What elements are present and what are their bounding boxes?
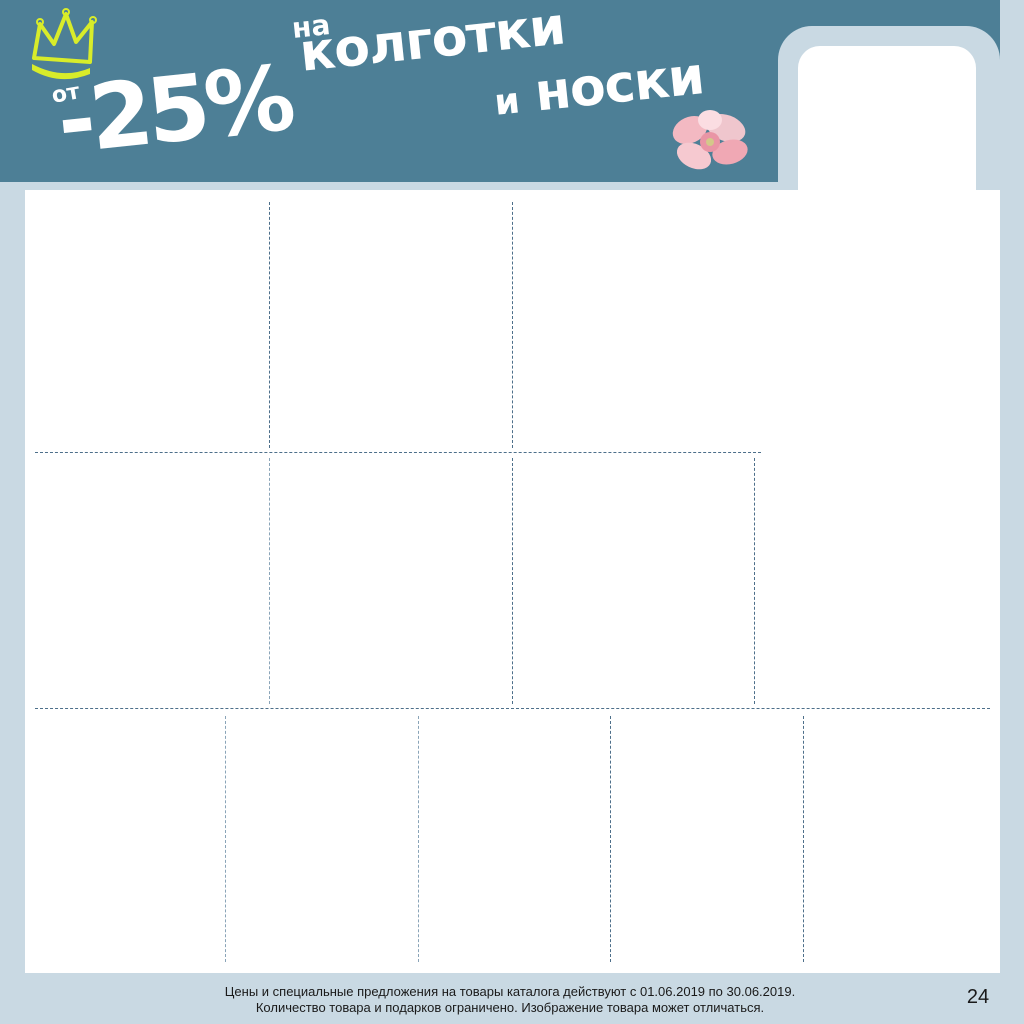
grid-col-divider <box>610 716 611 962</box>
flower-icon <box>672 110 748 170</box>
grid-col-divider <box>269 202 270 448</box>
page-number: 24 <box>966 986 990 1008</box>
footer-disclaimer: Цены и специальные предложения на товары… <box>190 984 830 1016</box>
conjunction: и <box>492 80 521 124</box>
grid-col-divider <box>803 716 804 962</box>
footer-line-2: Количество товара и подарков ограничено.… <box>255 1000 765 1015</box>
footer-line-1: Цены и специальные предложения на товары… <box>224 984 796 999</box>
grid-col-divider <box>754 458 755 704</box>
grid-col-divider <box>269 458 270 704</box>
grid-col-divider <box>512 202 513 448</box>
grid-col-divider <box>418 716 419 962</box>
grid-row-divider-2 <box>35 708 990 709</box>
grid-col-divider <box>225 716 226 962</box>
grid-col-divider <box>512 458 513 704</box>
corner-tab <box>798 46 976 206</box>
grid-row-divider-1 <box>35 452 761 453</box>
